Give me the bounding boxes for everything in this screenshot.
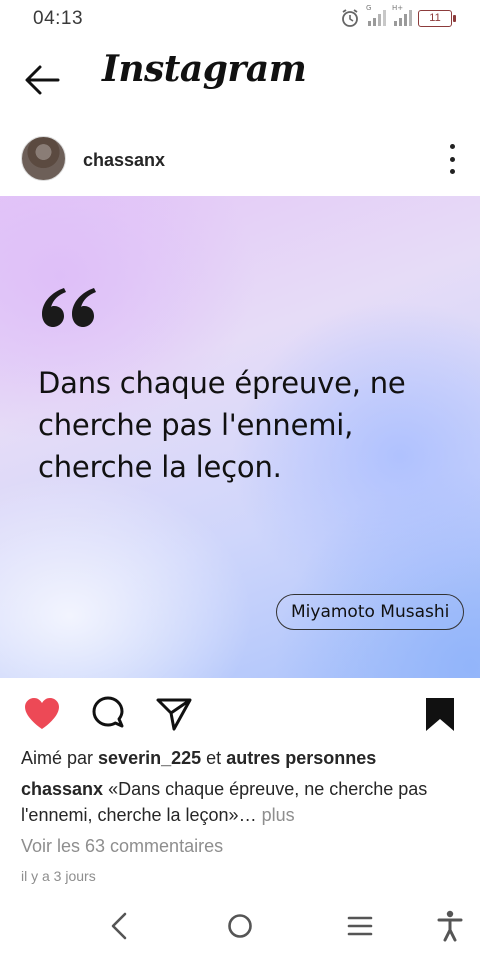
network-type-label: G (366, 4, 372, 12)
caption-more-link[interactable]: plus (262, 805, 295, 825)
avatar[interactable] (21, 136, 66, 181)
status-bar: 04:13 G H+ 11 (0, 0, 480, 38)
network-type-label-2: H+ (392, 4, 404, 12)
view-comments-link[interactable]: Voir les 63 commentaires (21, 836, 223, 857)
dot (449, 169, 455, 174)
instagram-logo: Instagram (102, 48, 307, 90)
send-icon[interactable] (154, 694, 194, 734)
heart-icon[interactable] (22, 694, 62, 734)
accessibility-icon[interactable] (432, 908, 468, 944)
likes-user[interactable]: severin_225 (98, 748, 201, 768)
more-vertical-icon[interactable] (446, 144, 458, 174)
post-caption: chassanx «Dans chaque épreuve, ne cherch… (21, 776, 461, 828)
post-username[interactable]: chassanx (83, 150, 165, 171)
nav-back-icon[interactable] (102, 908, 138, 944)
battery-level: 11 (429, 11, 441, 24)
post-header: chassanx (0, 124, 480, 196)
nav-home-icon[interactable] (222, 908, 258, 944)
post-image[interactable]: Dans chaque épreuve, ne cherche pas l'en… (0, 196, 480, 678)
likes-prefix: Aimé par (21, 748, 94, 768)
likes-summary[interactable]: Aimé par severin_225 et autres personnes (21, 748, 376, 769)
signal-icon: G (366, 4, 386, 27)
comment-icon[interactable] (88, 694, 128, 734)
arrow-left-icon[interactable] (22, 62, 62, 98)
likes-others[interactable]: autres personnes (226, 748, 376, 768)
status-icons: G H+ 11 (340, 4, 456, 29)
bookmark-icon[interactable] (420, 694, 460, 734)
status-time: 04:13 (33, 8, 84, 29)
app-header: Instagram (0, 38, 480, 124)
likes-joiner: et (206, 748, 222, 768)
nav-recents-icon[interactable] (342, 908, 378, 944)
alarm-icon (342, 9, 358, 27)
post-actions (0, 678, 480, 748)
signal-icon-2: H+ (392, 4, 412, 27)
dot (449, 144, 455, 149)
caption-username[interactable]: chassanx (21, 779, 103, 799)
quote-author: Miyamoto Musashi (276, 594, 465, 630)
quote-mark-icon (42, 288, 96, 327)
dot (449, 156, 455, 162)
quote-text: Dans chaque épreuve, ne cherche pas l'en… (38, 366, 406, 484)
battery-icon: 11 (418, 9, 456, 27)
system-nav-bar (0, 896, 480, 960)
post-timestamp: il y a 3 jours (21, 868, 96, 884)
